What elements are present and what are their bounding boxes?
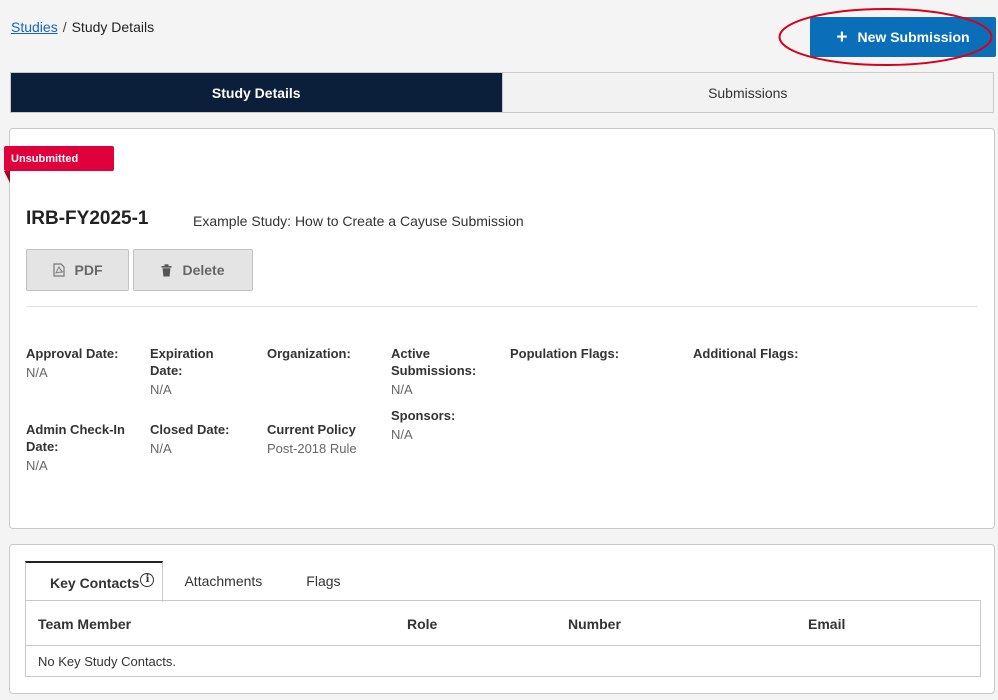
breadcrumb-separator: / — [62, 19, 67, 35]
current-policy-label: Current Policy — [267, 422, 356, 437]
organization-field: Organization: — [267, 345, 377, 364]
additional-flags-label: Additional Flags: — [693, 346, 799, 361]
column-header-role[interactable]: Role — [407, 616, 437, 632]
status-badge-fold — [4, 171, 10, 183]
breadcrumb-link-studies[interactable]: Studies — [11, 19, 58, 35]
admin-checkin-date-value: N/A — [26, 458, 48, 473]
admin-checkin-date-label: Admin Check-In Date: — [26, 422, 125, 454]
study-card — [9, 128, 995, 529]
table-header-row: Team Member Role Number Email — [26, 601, 980, 646]
population-flags-label: Population Flags: — [510, 346, 620, 361]
sponsors-field: Sponsors: N/A — [391, 407, 486, 443]
current-policy-field: Current Policy Post-2018 Rule — [267, 421, 387, 457]
closed-date-field: Closed Date: N/A — [150, 421, 250, 457]
current-policy-value: Post-2018 Rule — [267, 441, 357, 456]
info-icon[interactable]: i — [140, 572, 155, 587]
closed-date-value: N/A — [150, 441, 172, 456]
additional-flags-field: Additional Flags: — [693, 345, 863, 364]
pdf-label: PDF — [74, 262, 103, 278]
organization-label: Organization: — [267, 346, 351, 361]
breadcrumb-current: Study Details — [71, 19, 155, 35]
expiration-date-value: N/A — [150, 382, 172, 397]
column-header-number[interactable]: Number — [568, 616, 621, 632]
new-submission-button[interactable]: + New Submission — [810, 17, 996, 57]
approval-date-value: N/A — [26, 365, 48, 380]
top-tabs: Study Details Submissions — [10, 72, 994, 113]
divider — [26, 306, 978, 307]
pdf-file-icon — [52, 263, 65, 277]
column-header-team-member[interactable]: Team Member — [38, 616, 131, 632]
delete-button[interactable]: Delete — [133, 249, 253, 291]
tab-submissions[interactable]: Submissions — [501, 73, 993, 112]
new-submission-label: New Submission — [857, 29, 970, 45]
tab-flags[interactable]: Flags — [306, 561, 340, 601]
sponsors-label: Sponsors: — [391, 408, 456, 423]
study-id: IRB-FY2025-1 — [26, 208, 149, 229]
breadcrumb: Studies / Study Details — [11, 19, 154, 35]
study-title: Example Study: How to Create a Cayuse Su… — [193, 213, 524, 229]
active-submissions-label: Active Submissions: — [391, 346, 477, 378]
contacts-tabs: Key Contacts i Attachments Flags — [25, 561, 341, 602]
population-flags-field: Population Flags: — [510, 345, 680, 364]
expiration-date-field: Expiration Date: N/A — [150, 345, 230, 398]
closed-date-label: Closed Date: — [150, 422, 230, 437]
active-submissions-field: Active Submissions: N/A — [391, 345, 486, 398]
pdf-button[interactable]: PDF — [26, 249, 129, 291]
trash-icon — [161, 263, 172, 276]
table-empty-message: No Key Study Contacts. — [38, 654, 177, 669]
status-badge: Unsubmitted — [4, 146, 114, 171]
delete-label: Delete — [182, 262, 225, 278]
tab-key-contacts-label: Key Contacts — [50, 574, 140, 591]
expiration-date-label: Expiration Date: — [150, 346, 214, 378]
plus-icon: + — [836, 26, 848, 48]
tab-attachments[interactable]: Attachments — [184, 561, 262, 601]
tab-study-details[interactable]: Study Details — [11, 73, 502, 112]
sponsors-value: N/A — [391, 427, 413, 442]
column-header-email[interactable]: Email — [808, 616, 845, 632]
approval-date-field: Approval Date: N/A — [26, 345, 136, 381]
tab-key-contacts[interactable]: Key Contacts i — [25, 561, 164, 602]
admin-checkin-date-field: Admin Check-In Date: N/A — [26, 421, 136, 474]
approval-date-label: Approval Date: — [26, 346, 119, 361]
active-submissions-value: N/A — [391, 382, 413, 397]
contacts-table: Team Member Role Number Email No Key Stu… — [25, 600, 981, 677]
